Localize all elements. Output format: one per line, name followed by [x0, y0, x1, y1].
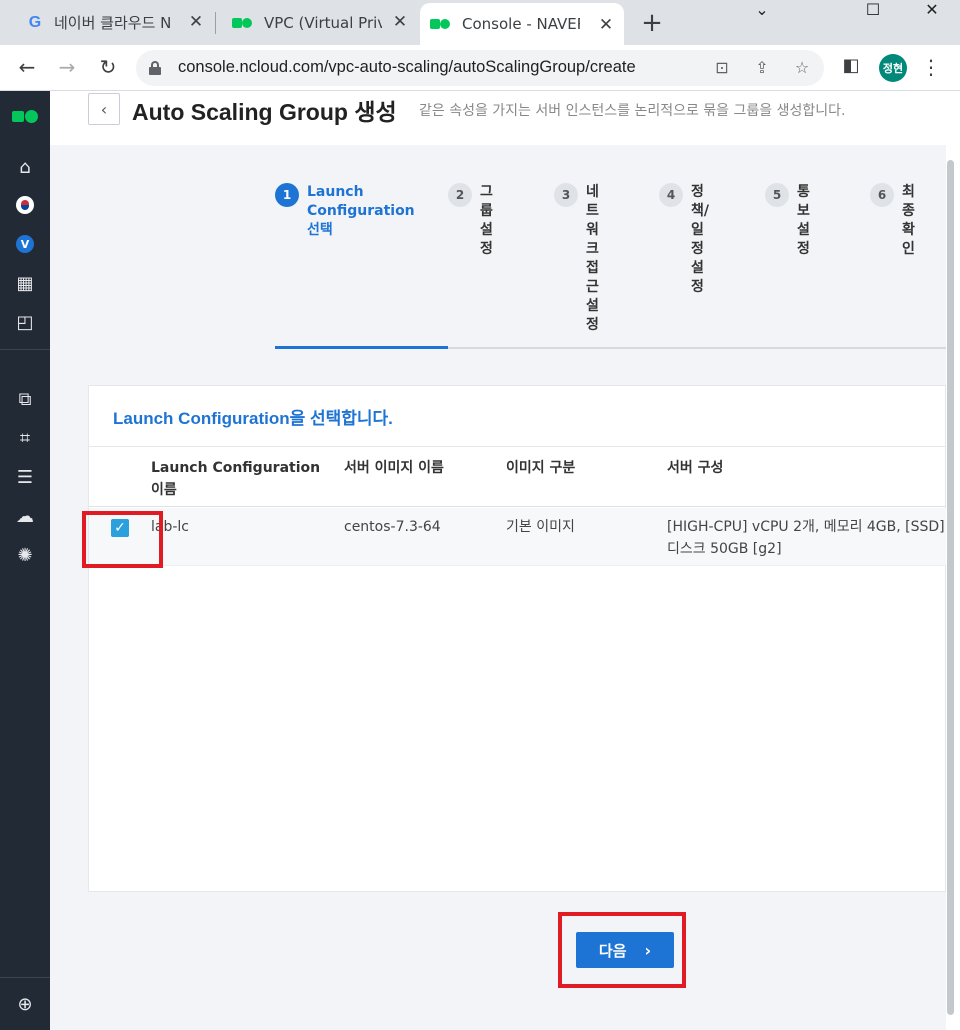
vpc-badge-icon[interactable]: V: [13, 232, 37, 256]
share-icon[interactable]: ⇪: [751, 58, 773, 77]
launch-config-card: Launch Configuration을 선택합니다. Launch Conf…: [88, 385, 946, 892]
naver-cloud-icon: [430, 18, 452, 30]
highlight-box-checkbox: [82, 511, 163, 568]
table-row[interactable]: ✓ lab-lc centos-7.3-64 기본 이미지 [HIGH-CPU]…: [89, 508, 946, 566]
step-number: 4: [659, 183, 683, 207]
maximize-button[interactable]: ☐: [849, 0, 897, 24]
step-number: 6: [870, 183, 894, 207]
home-icon[interactable]: ⌂: [13, 155, 37, 179]
address-bar[interactable]: console.ncloud.com/vpc-auto-scaling/auto…: [136, 50, 824, 86]
browser-tab-vpc[interactable]: VPC (Virtual Privat ✕: [222, 0, 418, 45]
tab-title: 네이버 클라우드 N: [54, 14, 172, 32]
browser-tab-bar: G 네이버 클라우드 N ✕ VPC (Virtual Privat ✕ Con…: [0, 0, 960, 45]
naver-cloud-logo[interactable]: [12, 109, 40, 123]
services-grid-icon[interactable]: ▦: [13, 271, 37, 295]
page-header: ‹ Auto Scaling Group 생성 같은 속성을 가지는 서버 인스…: [50, 91, 960, 145]
step-number: 1: [275, 183, 299, 207]
server-list-icon[interactable]: ☰: [13, 465, 37, 489]
copy-resources-icon[interactable]: ⧉: [13, 387, 37, 411]
column-header-image-name[interactable]: 서버 이미지 이름: [344, 457, 444, 479]
close-window-button[interactable]: ✕: [908, 0, 956, 24]
step-network-access[interactable]: 3 네트워크접근설정: [554, 183, 602, 335]
minimize-button[interactable]: ⌄: [738, 0, 786, 24]
main-content: 1 Launch Configuration 선택 2 그룹설정 3 네트워크접…: [50, 145, 946, 1030]
tab-close-icon[interactable]: ✕: [186, 12, 206, 32]
menu-kebab-icon[interactable]: ⋮: [920, 55, 942, 79]
tab-close-icon[interactable]: ✕: [596, 15, 616, 35]
naver-cloud-icon: [232, 17, 254, 29]
dashboard-icon[interactable]: ◰: [13, 310, 37, 334]
globe-icon[interactable]: ⊕: [13, 992, 37, 1016]
step-notification[interactable]: 5 통보설정: [765, 183, 813, 259]
step-final-review[interactable]: 6 최종확인: [870, 183, 918, 259]
lock-icon: [149, 61, 161, 75]
back-arrow-icon[interactable]: ←: [14, 55, 40, 79]
step-label: 정책/일정설정: [691, 184, 709, 295]
highlight-box-next-button: [558, 912, 686, 988]
reload-icon[interactable]: ↻: [95, 55, 121, 79]
translate-icon[interactable]: ⊡: [711, 58, 733, 77]
side-panel-icon[interactable]: ◧: [838, 55, 864, 76]
step-group-settings[interactable]: 2 그룹설정: [448, 183, 496, 259]
sidebar-divider: [0, 349, 50, 350]
card-title: Launch Configuration을 선택합니다.: [113, 409, 393, 428]
new-tab-button[interactable]: +: [640, 8, 664, 38]
google-g-icon: G: [28, 13, 42, 31]
profile-avatar[interactable]: 정현: [879, 54, 907, 82]
page-description: 같은 속성을 가지는 서버 인스턴스를 논리적으로 묶을 그룹을 생성합니다.: [419, 103, 846, 119]
step-launch-configuration[interactable]: 1 Launch Configuration 선택: [275, 183, 415, 240]
step-label: 네트워크접근설정: [586, 184, 599, 333]
step-number: 3: [554, 183, 578, 207]
tab-close-icon[interactable]: ✕: [390, 12, 410, 32]
back-button[interactable]: ‹: [88, 93, 120, 125]
cloud-settings-icon[interactable]: ☁: [13, 504, 37, 528]
step-policy-schedule[interactable]: 4 정책/일정설정: [659, 183, 709, 297]
forward-arrow-icon[interactable]: →: [54, 55, 80, 79]
browser-tab-console-active[interactable]: Console - NAVER ✕: [420, 3, 624, 45]
cell-image-name: centos-7.3-64: [344, 519, 441, 535]
step-label: 통보설정: [797, 184, 810, 257]
browser-toolbar: ← → ↻ console.ncloud.com/vpc-auto-scalin…: [0, 45, 960, 91]
bookmark-star-icon[interactable]: ☆: [791, 58, 813, 77]
gear-cluster-icon[interactable]: ✺: [13, 543, 37, 567]
tab-separator: [215, 12, 216, 34]
network-topology-icon[interactable]: ⌗: [13, 426, 37, 450]
region-flag-icon[interactable]: [13, 193, 37, 217]
column-header-server-spec[interactable]: 서버 구성: [667, 457, 723, 479]
column-header-image-type[interactable]: 이미지 구분: [506, 457, 575, 479]
column-header-name[interactable]: Launch Configuration 이름: [151, 457, 321, 501]
url-text[interactable]: console.ncloud.com/vpc-auto-scaling/auto…: [178, 58, 636, 77]
console-sidebar: ⌂ V ▦ ◰ ⧉ ⌗ ☰ ☁ ✺ ⊕: [0, 91, 50, 1030]
tab-title: VPC (Virtual Privat: [264, 13, 382, 32]
page-title: Auto Scaling Group 생성: [132, 99, 397, 125]
table-header: Launch Configuration 이름 서버 이미지 이름 이미지 구분…: [89, 446, 946, 507]
vertical-scrollbar[interactable]: [947, 160, 954, 1015]
sidebar-divider: [0, 977, 50, 978]
step-number: 5: [765, 183, 789, 207]
step-label: Launch Configuration 선택: [307, 184, 415, 238]
cell-image-type: 기본 이미지: [506, 519, 575, 535]
browser-tab-naver-cloud[interactable]: G 네이버 클라우드 N ✕: [18, 0, 214, 45]
stepper-progress: [275, 346, 448, 349]
step-number: 2: [448, 183, 472, 207]
step-label: 그룹설정: [480, 184, 493, 257]
tab-title: Console - NAVER: [462, 15, 580, 33]
step-label: 최종확인: [902, 184, 915, 257]
cell-server-spec: [HIGH-CPU] vCPU 2개, 메모리 4GB, [SSD]디스크 50…: [667, 519, 945, 557]
